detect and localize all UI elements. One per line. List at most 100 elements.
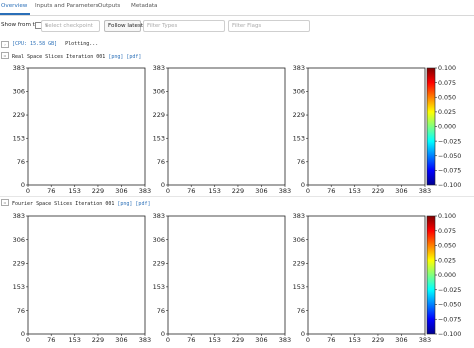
colorbar-tick-label: −0.075	[438, 316, 461, 323]
y-tick-label: 306	[293, 236, 305, 244]
expand-icon[interactable]: ›	[1, 41, 9, 48]
plot-axes-frame	[307, 215, 426, 335]
x-tick-label: 306	[395, 336, 407, 344]
colorbar-tick-label: 0.025	[438, 109, 456, 116]
y-tick-label: 0	[301, 181, 305, 189]
y-tick-label: 383	[13, 212, 25, 220]
y-tick-label: 306	[13, 236, 25, 244]
colorbar-tick-label: 0.025	[438, 257, 456, 264]
y-tick-label: 383	[293, 212, 305, 220]
x-tick-label: 153	[69, 336, 81, 344]
follow-latest-button[interactable]: Follow latest	[104, 20, 143, 32]
y-tick-label: 229	[293, 111, 305, 119]
colorbar-tick-label: −0.050	[438, 302, 461, 309]
y-tick-label: 0	[161, 181, 165, 189]
y-tick-label: 153	[153, 134, 165, 142]
toolbar: Show from top Select checkpoint ▾ Follow…	[0, 17, 474, 35]
x-tick-label: 0	[26, 187, 30, 195]
colorbar-tick-label: 0.050	[438, 94, 456, 101]
plot-panel: 0 76 153 229 306 383 383 306 229 153 76 0	[293, 212, 432, 344]
x-tick-label: 383	[419, 336, 431, 344]
tab-inputs-and-parameters[interactable]: Inputs and Parameters	[35, 3, 99, 9]
colorbar-tick-label: −0.100	[438, 182, 461, 189]
y-tick-label: 383	[293, 64, 305, 72]
x-tick-label: 306	[395, 187, 407, 195]
cpu-usage: [CPU: 15.58 GB]	[12, 41, 58, 47]
y-tick-label: 76	[157, 307, 165, 315]
image-icon: ▫	[1, 199, 9, 206]
x-tick-label: 76	[187, 187, 195, 195]
plot-panel: 0 76 153 229 306 383 383 306 229 153 76 0	[13, 212, 152, 344]
y-tick-label: 383	[13, 64, 25, 72]
y-tick-label: 306	[13, 88, 25, 96]
colorbar-tick-label: −0.075	[438, 168, 461, 175]
y-tick-label: 229	[153, 260, 165, 268]
x-tick-label: 229	[92, 336, 104, 344]
filter-types-placeholder: Filter Types	[147, 22, 178, 29]
colorbar-tick-label: 0.000	[438, 272, 456, 279]
checkpoint-select[interactable]: Select checkpoint ▾	[41, 20, 100, 32]
x-tick-label: 229	[372, 187, 384, 195]
x-tick-label: 383	[279, 336, 291, 344]
active-tab-indicator	[0, 13, 30, 15]
plot-panel: 0 76 153 229 306 383 383 306 229 153 76 0	[153, 64, 292, 195]
real-space-figure: 0 76 153 229 306 3833833062291537600 76 153 229 3…	[13, 64, 462, 195]
filter-flags-placeholder: Filter Flags	[232, 22, 262, 29]
x-tick-label: 153	[209, 187, 221, 195]
plot-panel: 0 76 153 229 306 383 383 306 229 153 76 0	[153, 212, 292, 344]
x-tick-label: 153	[69, 187, 81, 195]
y-tick-label: 76	[157, 158, 165, 166]
x-tick-label: 306	[255, 187, 267, 195]
colorbar-bar	[426, 67, 436, 186]
y-tick-label: 0	[21, 181, 25, 189]
plot-panel: 0 76 153 229 306 383 383 306 229 153 76 0	[13, 64, 152, 195]
x-tick-label: 0	[306, 187, 310, 195]
y-tick-label: 76	[17, 158, 25, 166]
x-tick-label: 229	[232, 336, 244, 344]
colorbar-tick-label: 0.075	[438, 80, 456, 87]
x-tick-label: 153	[209, 336, 221, 344]
tab-overview[interactable]: Overview	[1, 3, 27, 9]
y-tick-label: 0	[21, 330, 25, 338]
x-tick-label: 229	[372, 336, 384, 344]
filter-flags-input[interactable]: Filter Flags	[228, 20, 310, 32]
x-tick-label: 0	[166, 336, 170, 344]
colorbar-tick-label: 0.050	[438, 243, 456, 250]
x-tick-label: 306	[115, 187, 127, 195]
y-tick-label: 306	[153, 236, 165, 244]
y-tick-label: 76	[297, 307, 305, 315]
tab-outputs[interactable]: Outputs	[98, 3, 120, 9]
chevron-down-icon: ▾	[45, 22, 48, 29]
y-tick-label: 76	[17, 307, 25, 315]
y-tick-label: 229	[13, 260, 25, 268]
x-tick-label: 383	[279, 187, 291, 195]
plot-axes-frame	[167, 67, 286, 186]
image-icon: ▫	[1, 52, 9, 59]
y-tick-label: 0	[161, 330, 165, 338]
y-tick-label: 76	[297, 158, 305, 166]
y-tick-label: 306	[153, 88, 165, 96]
x-tick-label: 306	[255, 336, 267, 344]
x-tick-label: 76	[187, 336, 195, 344]
x-tick-label: 229	[92, 187, 104, 195]
x-tick-label: 153	[349, 336, 361, 344]
tab-bar: Overview Inputs and Parameters Outputs M…	[0, 0, 474, 16]
colorbar-tick-label: 0.100	[438, 65, 456, 72]
colorbar-tick-label: 0.100	[438, 213, 456, 220]
y-tick-label: 306	[293, 88, 305, 96]
filter-types-input[interactable]: Filter Types	[143, 20, 225, 32]
x-tick-label: 0	[166, 187, 170, 195]
colorbar-tick-label: −0.025	[438, 287, 461, 294]
colorbar-tick-label: −0.100	[438, 331, 461, 338]
colorbar-tick-label: −0.050	[438, 153, 461, 160]
colorbar-bar	[426, 215, 436, 335]
x-tick-label: 76	[327, 336, 335, 344]
tab-metadata[interactable]: Metadata	[131, 3, 158, 9]
y-tick-label: 383	[153, 64, 165, 72]
y-tick-label: 0	[301, 330, 305, 338]
colorbar-tick-label: 0.000	[438, 124, 456, 131]
y-tick-label: 229	[293, 260, 305, 268]
plot-axes-frame	[167, 215, 286, 335]
status-message: Plotting...	[65, 41, 99, 47]
y-tick-label: 229	[153, 111, 165, 119]
